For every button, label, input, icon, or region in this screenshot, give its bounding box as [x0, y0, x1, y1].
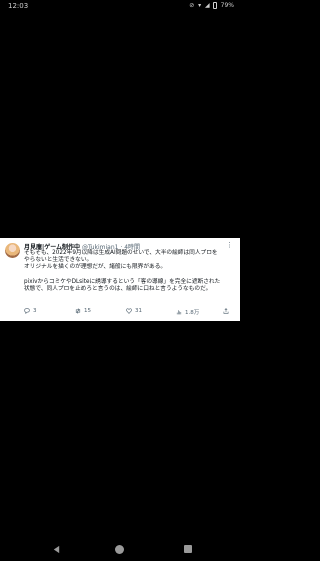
tweet-text: そもそも、2022年9月以降は生成AI問題のせいで、大半の絵師は同人プロを やら… — [24, 250, 236, 293]
retweet-count: 15 — [84, 308, 91, 314]
battery-level: 79% — [220, 2, 234, 9]
network-icons: ⊘ ▾ ◢ — [189, 2, 211, 9]
like-count: 31 — [135, 308, 142, 314]
reply-icon — [24, 308, 30, 314]
tweet-actions: 3 15 31 1.8万 — [24, 308, 236, 316]
tweet-card[interactable]: 月見庵|ゲーム制作中 @Tukimian1 · 4時間 ⋮ そもそも、2022年… — [0, 238, 240, 321]
status-time: 12:03 — [8, 2, 29, 10]
share-icon — [223, 308, 229, 314]
tweet-line: オリジナルを描くのが理想だが、諸般にも限界がある。 — [24, 264, 167, 271]
reply-button[interactable]: 3 — [24, 308, 37, 314]
system-nav-bar — [0, 541, 240, 561]
battery-icon — [212, 2, 217, 9]
more-options-icon[interactable]: ⋮ — [226, 241, 233, 249]
back-icon[interactable] — [52, 545, 61, 554]
retweet-icon — [75, 308, 81, 314]
views-icon — [176, 310, 182, 315]
status-bar: 12:03 ⊘ ▾ ◢ 79% — [0, 0, 240, 14]
tweet-line: 状態で、同人プロを止めろと言うのは、絵師に口ねと言うようなものだ。 — [24, 285, 212, 292]
status-icons: ⊘ ▾ ◢ 79% — [189, 2, 234, 9]
views-button[interactable]: 1.8万 — [176, 308, 199, 316]
retweet-button[interactable]: 15 — [75, 308, 91, 314]
home-icon[interactable] — [115, 545, 124, 554]
like-button[interactable]: 31 — [126, 308, 142, 314]
view-count: 1.8万 — [185, 310, 200, 316]
heart-icon — [126, 308, 132, 314]
reply-count: 3 — [33, 308, 37, 314]
tweet-line: pixivからコミケやDLsiteに誘導するという「客の導線」を完全に遮断された — [24, 278, 221, 285]
share-button[interactable] — [223, 308, 229, 314]
recent-apps-icon[interactable] — [184, 545, 192, 553]
avatar[interactable] — [5, 243, 20, 258]
